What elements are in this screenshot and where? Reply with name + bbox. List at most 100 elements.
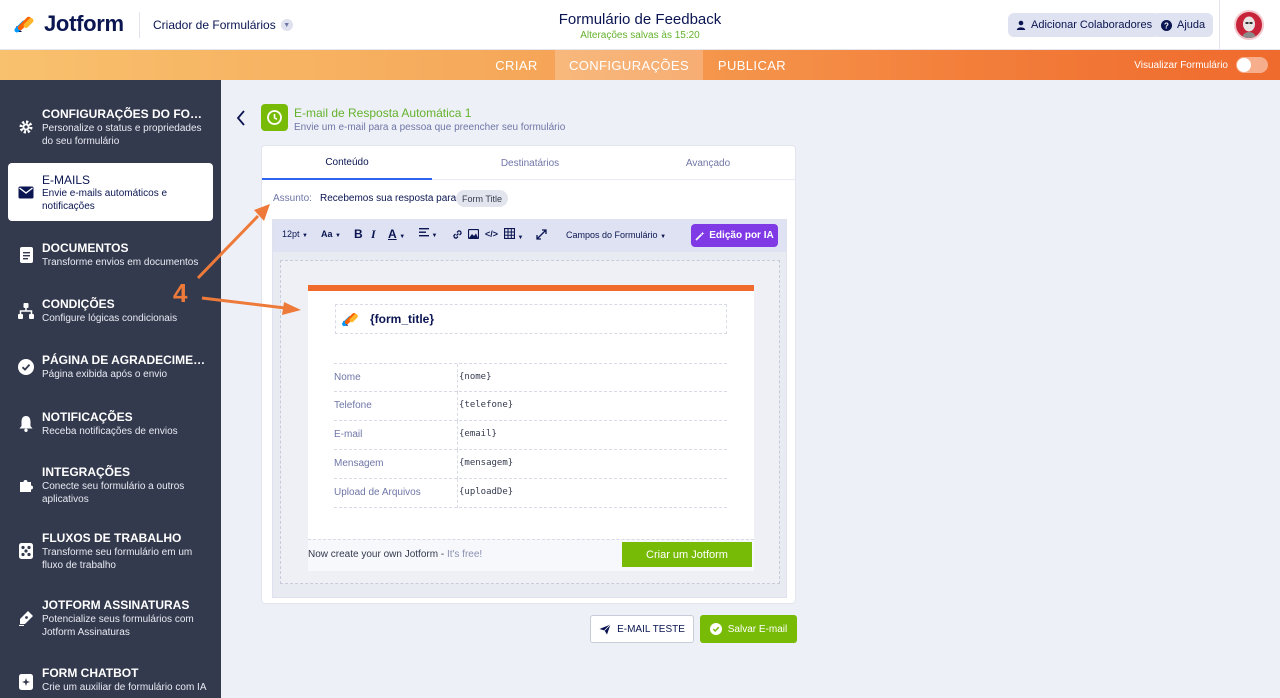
column-divider bbox=[457, 479, 458, 508]
sidebar-item-form-chatbot[interactable]: FORM CHATBOT Crie um auxiliar de formulá… bbox=[0, 665, 221, 698]
sidebar-item-integrations[interactable]: INTEGRAÇÕES Conecte seu formulário a out… bbox=[0, 464, 221, 514]
logo-text: Jotform bbox=[44, 11, 124, 36]
source-code-icon[interactable]: </> bbox=[485, 229, 498, 239]
tab-avancado[interactable]: Avançado bbox=[623, 146, 793, 180]
text-color-label: A bbox=[388, 227, 397, 241]
add-collaborators-button[interactable]: Adicionar Colaboradores bbox=[1008, 13, 1161, 37]
field-label: Nome bbox=[334, 372, 361, 383]
gear-icon bbox=[17, 118, 35, 136]
test-email-button[interactable]: E-MAIL TESTE bbox=[590, 615, 694, 643]
email-subtitle: Envie um e-mail para a pessoa que preenc… bbox=[294, 122, 566, 133]
svg-text:?: ? bbox=[1164, 21, 1169, 30]
chatbot-icon bbox=[17, 673, 35, 691]
avatar[interactable] bbox=[1234, 10, 1264, 40]
save-email-button[interactable]: Salvar E-mail bbox=[700, 615, 797, 643]
help-button[interactable]: ? Ajuda bbox=[1153, 13, 1214, 37]
header-divider bbox=[139, 12, 140, 38]
puzzle-icon bbox=[17, 476, 35, 494]
italic-button[interactable]: I bbox=[371, 227, 376, 242]
table-row[interactable]: E-mail {email} bbox=[334, 421, 727, 450]
sidebar-item-title: PÁGINA DE AGRADECIMENTO bbox=[42, 353, 210, 367]
subject-label: Assunto: bbox=[273, 193, 312, 204]
link-icon[interactable] bbox=[452, 229, 463, 242]
table-row[interactable]: Nome {nome} bbox=[334, 363, 727, 393]
email-tabs: Conteúdo Destinatários Avançado bbox=[262, 146, 795, 180]
preview-form-toggle-area: Visualizar Formulário bbox=[1134, 57, 1268, 73]
footer-text: Now create your own Jotform - It's free! bbox=[308, 549, 482, 560]
envelope-icon bbox=[17, 183, 35, 201]
sidebar-item-desc: Potencialize seus formulários com Jotfor… bbox=[42, 614, 194, 638]
sidebar-item-form-settings[interactable]: CONFIGURAÇÕES DO FORMULÁRIO Personalize … bbox=[0, 102, 221, 152]
jotform-logo[interactable]: Jotform bbox=[12, 11, 124, 37]
sidebar-item-title: E-MAILS bbox=[42, 173, 91, 187]
table-row[interactable]: Upload de Arquivos {uploadDe} bbox=[334, 479, 727, 508]
table-row[interactable]: Telefone {telefone} bbox=[334, 392, 727, 421]
builder-label: Criador de Formulários bbox=[153, 18, 276, 32]
sidebar-item-jotform-sign[interactable]: JOTFORM ASSINATURAS Potencialize seus fo… bbox=[0, 597, 221, 647]
ai-edit-button[interactable]: Edição por IA bbox=[691, 224, 778, 247]
conditions-icon bbox=[17, 302, 35, 320]
subject-input[interactable]: Recebemos sua resposta para bbox=[320, 193, 456, 204]
help-icon: ? bbox=[1161, 19, 1172, 31]
preview-form-label: Visualizar Formulário bbox=[1134, 59, 1228, 71]
back-arrow-icon[interactable] bbox=[236, 110, 246, 131]
fullscreen-icon[interactable] bbox=[536, 229, 547, 242]
tab-publicar[interactable]: PUBLICAR bbox=[708, 50, 796, 80]
image-icon[interactable] bbox=[467, 228, 480, 241]
sidebar-item-emails[interactable]: E-MAILS Envie e-mails automáticos e noti… bbox=[8, 163, 213, 221]
sidebar-item-conditions[interactable]: CONDIÇÕES Configure lógicas condicionais bbox=[0, 296, 221, 336]
tab-destinatarios[interactable]: Destinatários bbox=[445, 146, 615, 180]
paper-plane-icon bbox=[599, 623, 611, 634]
column-divider bbox=[457, 450, 458, 479]
sidebar-item-title: FORM CHATBOT bbox=[42, 666, 139, 680]
sidebar-item-desc: Conecte seu formulário a outros aplicati… bbox=[42, 481, 185, 505]
sidebar-item-workflows[interactable]: FLUXOS DE TRABALHO Transforme seu formul… bbox=[0, 530, 221, 580]
table-button[interactable]: ▼ bbox=[503, 227, 523, 241]
table-row[interactable]: Mensagem {mensagem} bbox=[334, 450, 727, 479]
email-canvas[interactable]: {form_title} Nome {nome} Telefone {telef… bbox=[280, 260, 780, 584]
email-footer[interactable]: Now create your own Jotform - It's free!… bbox=[308, 539, 754, 571]
align-button[interactable]: ▼ bbox=[419, 228, 437, 239]
column-divider bbox=[457, 421, 458, 450]
sidebar-item-title: DOCUMENTOS bbox=[42, 241, 129, 255]
font-size-value: 12pt bbox=[282, 229, 300, 239]
chevron-down-icon: ▼ bbox=[660, 234, 667, 240]
jotform-logo-icon bbox=[14, 16, 34, 33]
check-circle-icon bbox=[709, 623, 722, 635]
avatar-image bbox=[1242, 16, 1256, 38]
preview-form-toggle[interactable] bbox=[1236, 57, 1268, 73]
tab-criar[interactable]: CRIAR bbox=[483, 50, 550, 80]
chevron-down-icon: ▼ bbox=[431, 233, 438, 239]
form-fields-dropdown[interactable]: Campos do Formulário ▼ bbox=[566, 230, 666, 240]
text-style-dropdown[interactable]: Aa ▼ bbox=[321, 229, 341, 239]
email-title[interactable]: E-mail de Resposta Automática 1 bbox=[294, 106, 471, 120]
bold-button[interactable]: B bbox=[354, 227, 363, 241]
workflow-icon bbox=[17, 542, 35, 560]
help-label: Ajuda bbox=[1177, 19, 1206, 31]
form-title[interactable]: Formulário de Feedback bbox=[440, 11, 840, 28]
font-size-dropdown[interactable]: 12pt ▼ bbox=[282, 229, 308, 239]
text-color-button[interactable]: A ▼ bbox=[388, 227, 405, 241]
sidebar-item-title: NOTIFICAÇÕES bbox=[42, 410, 133, 424]
builder-dropdown[interactable]: Criador de Formulários ▼ bbox=[153, 18, 293, 32]
form-title-area: Formulário de Feedback Alterações salvas… bbox=[440, 11, 840, 41]
field-value: {nome} bbox=[459, 372, 492, 382]
subject-form-title-tag[interactable]: Form Title bbox=[456, 190, 509, 207]
bell-icon bbox=[17, 415, 35, 433]
magic-wand-icon bbox=[695, 231, 705, 241]
ai-edit-label: Edição por IA bbox=[709, 230, 774, 241]
field-label: Telefone bbox=[334, 400, 372, 411]
sidebar-item-thank-you-page[interactable]: PÁGINA DE AGRADECIMENTO Página exibida a… bbox=[0, 352, 221, 392]
create-jotform-button[interactable]: Criar um Jotform bbox=[622, 542, 752, 567]
email-header-block[interactable]: {form_title} bbox=[335, 304, 727, 334]
tab-configuracoes[interactable]: CONFIGURAÇÕES bbox=[555, 50, 703, 80]
test-email-label: E-MAIL TESTE bbox=[617, 623, 685, 635]
sidebar-item-notifications[interactable]: NOTIFICAÇÕES Receba notificações de envi… bbox=[0, 409, 221, 449]
sidebar-item-title: FLUXOS DE TRABALHO bbox=[42, 531, 182, 545]
sidebar-item-desc: Transforme envios em documentos bbox=[42, 257, 199, 268]
tab-conteudo[interactable]: Conteúdo bbox=[262, 146, 432, 180]
top-header: Jotform Criador de Formulários ▼ Formulá… bbox=[0, 0, 1280, 50]
sidebar-item-documents[interactable]: DOCUMENTOS Transforme envios em document… bbox=[0, 240, 221, 280]
field-label: E-mail bbox=[334, 429, 363, 440]
editor-toolbar: 12pt ▼ Aa ▼ B I A ▼ ▼ </> ▼ Campos do Fo… bbox=[273, 220, 786, 252]
